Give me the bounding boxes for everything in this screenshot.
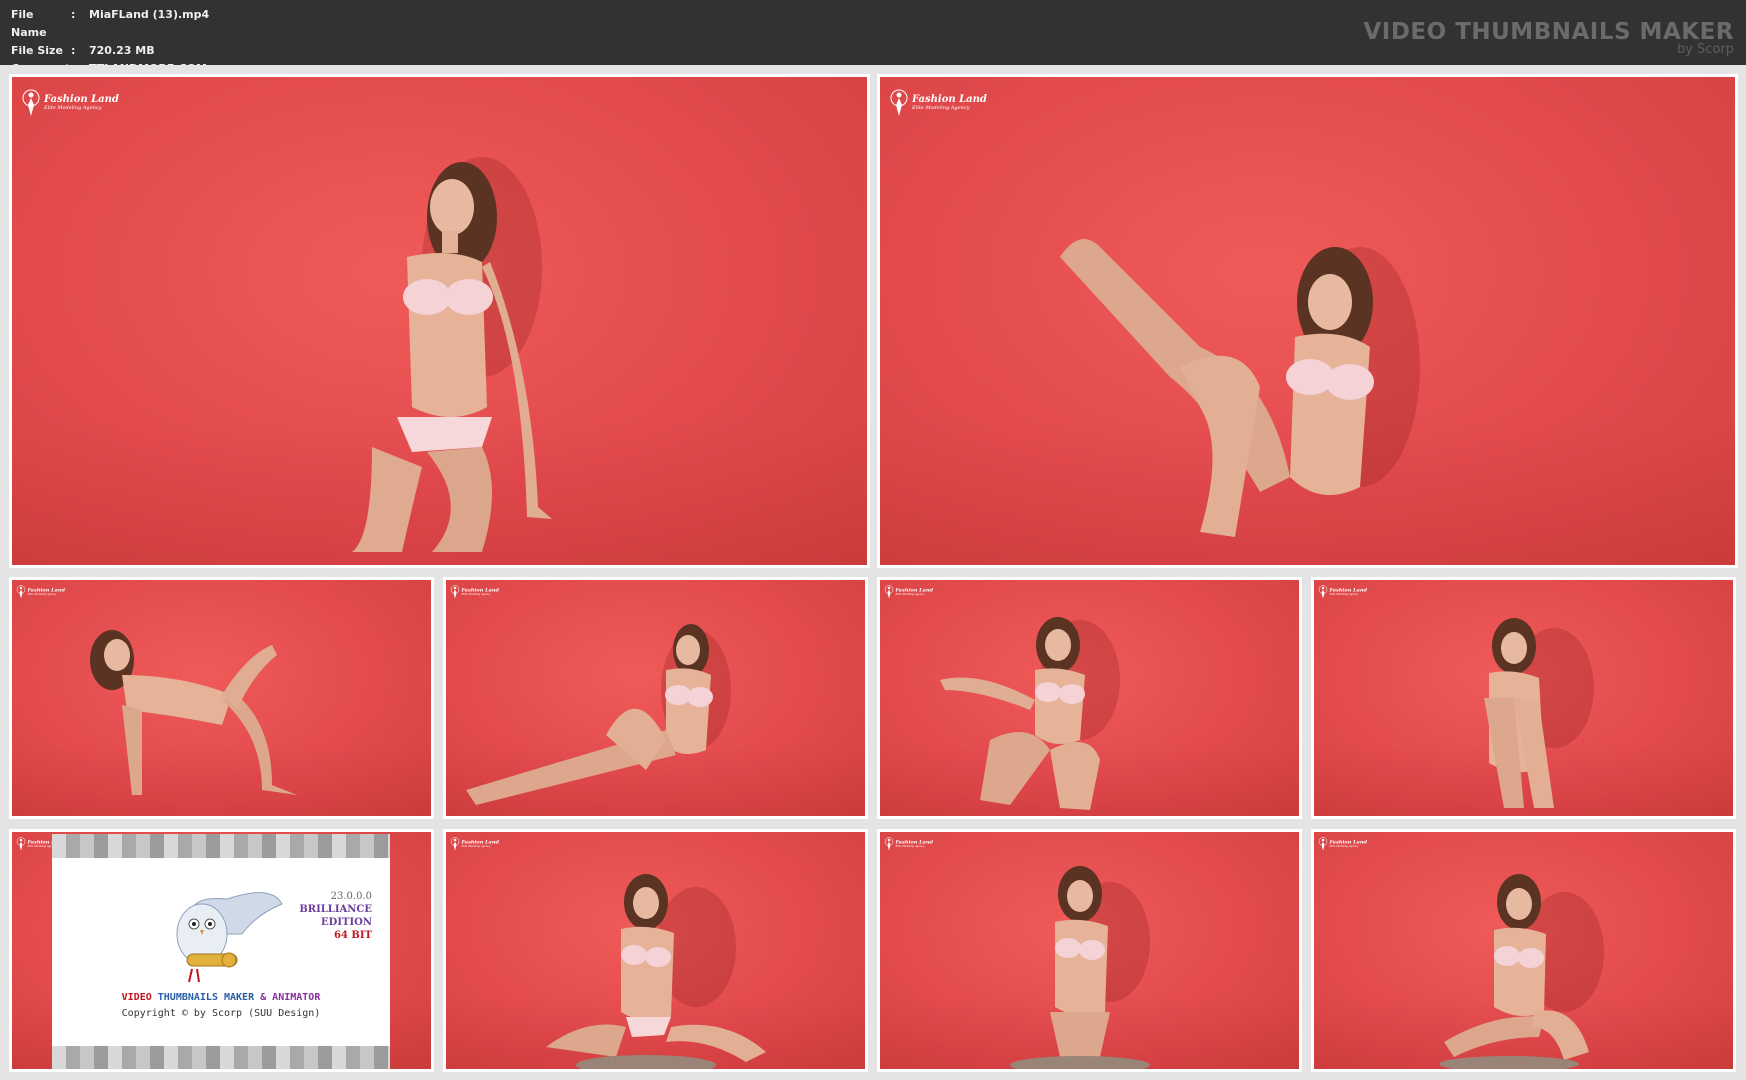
thumbnail-5: Fashion Land Elite Modeling Agency: [877, 577, 1302, 819]
promo-edition-1: BRILLIANCE: [299, 904, 372, 915]
brand-subtitle: by Scorp: [1676, 42, 1734, 57]
thumbnail-grid: Fashion Land Elite Modeling Agency Fashi…: [0, 65, 1746, 1080]
promo-pattern-bottom: [52, 1046, 390, 1069]
watermark-logo: Fashion Land Elite Modeling Agency: [450, 837, 499, 851]
fashion-land-icon: [884, 837, 894, 851]
thumbnail-6: Fashion Land Elite Modeling Agency: [1311, 577, 1736, 819]
fashion-land-icon: [16, 837, 26, 851]
promo-pattern-top: [52, 834, 390, 858]
watermark-logo: Fashion Land Elite Modeling Agency: [889, 89, 987, 117]
promo-panel: 23.0.0.0 BRILLIANCE EDITION 64 BIT VIDEO…: [52, 834, 390, 1069]
fashion-land-icon: [450, 837, 460, 851]
fashion-land-icon: [450, 585, 460, 599]
file-size-label: File Size: [11, 44, 63, 57]
file-name-row: File Name : MiaFLand (13).mp4: [11, 6, 209, 42]
promo-bits: 64 BIT: [334, 930, 372, 941]
file-name-value: MiaFLand (13).mp4: [89, 8, 210, 21]
model-image: [1439, 874, 1604, 1069]
thumbnail-3: Fashion Land Elite Modeling Agency: [9, 577, 434, 819]
thumbnail-8: Fashion Land Elite Modeling Agency: [443, 829, 868, 1072]
watermark-logo: Fashion Land Elite Modeling Agency: [1318, 837, 1367, 851]
thumbnail-10: Fashion Land Elite Modeling Agency: [1311, 829, 1736, 1072]
thumbnail-7: Fashion Land Elite Modeling Agency 23.0.…: [9, 829, 434, 1072]
brand-logo: VIDEO THUMBNAILS MAKER by Scorp: [1363, 20, 1734, 56]
thumbnail-1: Fashion Land Elite Modeling Agency: [9, 74, 870, 568]
promo-version: 23.0.0.0: [330, 891, 372, 902]
model-image: [546, 874, 766, 1069]
header-bar: File Name : MiaFLand (13).mp4 File Size …: [0, 0, 1746, 75]
model-image: [1060, 239, 1420, 537]
promo-copyright: Copyright © by Scorp (SUU Design): [121, 1008, 321, 1019]
file-name-label: File Name: [11, 8, 47, 39]
promo-title: VIDEO THUMBNAILS MAKER & ANIMATOR: [121, 992, 321, 1003]
fashion-land-icon: [1318, 837, 1328, 851]
thumbnail-4: Fashion Land Elite Modeling Agency: [443, 577, 868, 819]
watermark-logo: Fashion Land Elite Modeling Agency: [1318, 585, 1367, 599]
watermark-logo: Fashion Land Elite Modeling Agency: [21, 89, 119, 117]
watermark-logo: Fashion Land Elite Modeling Agency: [450, 585, 499, 599]
fashion-land-icon: [1318, 585, 1328, 599]
brand-title: VIDEO THUMBNAILS MAKER: [1363, 19, 1734, 45]
fashion-land-icon: [22, 89, 40, 116]
owl-logo-icon: [176, 892, 283, 983]
file-size-value: 720.23 MB: [89, 44, 155, 57]
watermark-logo: Fashion Land Elite Modeling Agency: [884, 837, 933, 851]
promo-version-block: 23.0.0.0 BRILLIANCE EDITION 64 BIT: [299, 890, 372, 942]
model-image: [466, 624, 731, 805]
model-image: [940, 617, 1120, 810]
thumbnail-9: Fashion Land Elite Modeling Agency: [877, 829, 1302, 1072]
model-image: [90, 630, 297, 795]
fashion-land-icon: [890, 89, 908, 116]
fashion-land-icon: [884, 585, 894, 599]
model-image: [1010, 866, 1150, 1069]
fashion-land-icon: [16, 585, 26, 599]
promo-edition-2: EDITION: [321, 917, 372, 928]
watermark-logo: Fashion Land Elite Modeling Agency: [16, 585, 65, 599]
thumbnail-2: Fashion Land Elite Modeling Agency: [877, 74, 1738, 568]
model-image: [352, 157, 552, 552]
model-image: [1484, 618, 1594, 808]
watermark-logo: Fashion Land Elite Modeling Agency: [884, 585, 933, 599]
file-size-row: File Size : 720.23 MB: [11, 42, 209, 60]
